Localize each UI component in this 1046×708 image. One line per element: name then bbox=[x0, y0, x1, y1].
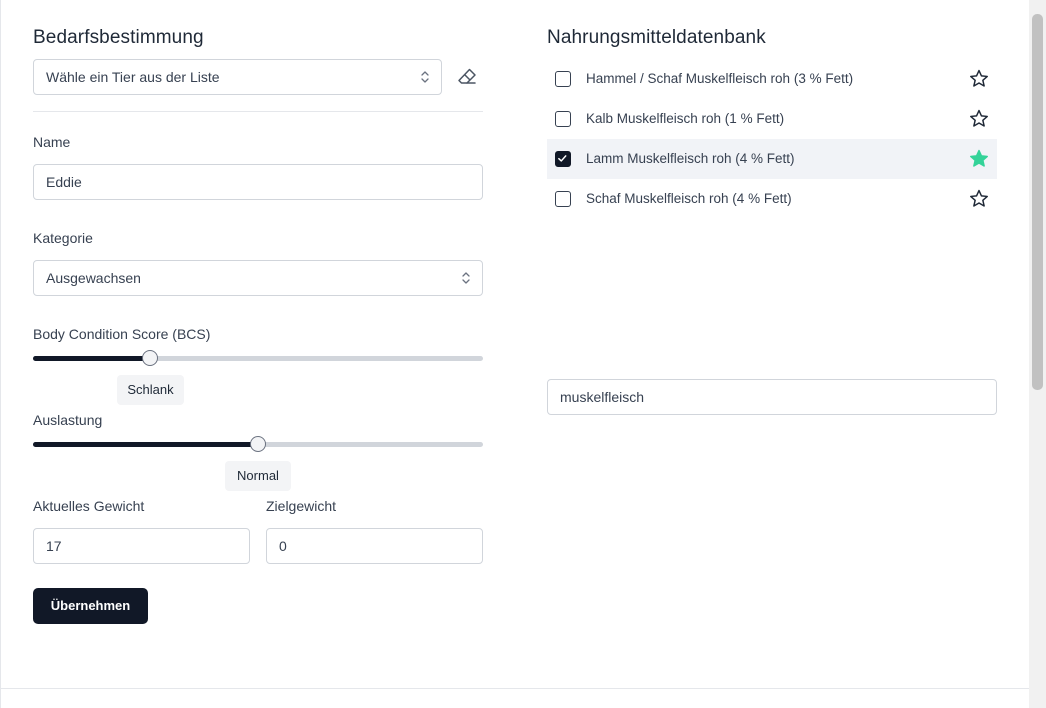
name-input[interactable] bbox=[33, 164, 483, 200]
bcs-label: Body Condition Score (BCS) bbox=[33, 326, 211, 342]
utilization-slider[interactable] bbox=[33, 436, 483, 452]
food-list-item[interactable]: Lamm Muskelfleisch roh (4 % Fett) bbox=[547, 139, 997, 179]
current-weight-input[interactable] bbox=[33, 528, 250, 564]
food-name: Hammel / Schaf Muskelfleisch roh (3 % Fe… bbox=[586, 71, 854, 86]
star-icon[interactable] bbox=[968, 188, 990, 210]
food-search-input[interactable] bbox=[547, 379, 997, 415]
food-checkbox[interactable] bbox=[555, 111, 571, 127]
eraser-icon[interactable] bbox=[456, 66, 478, 88]
utilization-label: Auslastung bbox=[33, 412, 103, 428]
category-select-value: Ausgewachsen bbox=[46, 270, 141, 286]
apply-button[interactable]: Übernehmen bbox=[33, 588, 148, 624]
food-name: Kalb Muskelfleisch roh (1 % Fett) bbox=[586, 111, 785, 126]
food-list-item[interactable]: Hammel / Schaf Muskelfleisch roh (3 % Fe… bbox=[547, 59, 997, 99]
food-database-title: Nahrungsmitteldatenbank bbox=[547, 27, 766, 48]
target-weight-input[interactable] bbox=[266, 528, 483, 564]
food-checkbox[interactable] bbox=[555, 71, 571, 87]
animal-select[interactable]: Wähle ein Tier aus der Liste bbox=[33, 59, 442, 95]
utilization-slider-fill bbox=[33, 442, 258, 447]
food-name: Lamm Muskelfleisch roh (4 % Fett) bbox=[586, 151, 795, 166]
star-icon[interactable] bbox=[968, 68, 990, 90]
utilization-value-badge: Normal bbox=[225, 461, 291, 491]
category-label: Kategorie bbox=[33, 230, 93, 246]
food-list-item[interactable]: Schaf Muskelfleisch roh (4 % Fett) bbox=[547, 179, 997, 219]
category-select[interactable]: Ausgewachsen bbox=[33, 260, 483, 296]
food-checkbox[interactable] bbox=[555, 191, 571, 207]
star-filled-icon[interactable] bbox=[968, 148, 990, 170]
food-list-item[interactable]: Kalb Muskelfleisch roh (1 % Fett) bbox=[547, 99, 997, 139]
name-label: Name bbox=[33, 134, 71, 150]
target-weight-label: Zielgewicht bbox=[266, 498, 337, 514]
current-weight-label: Aktuelles Gewicht bbox=[33, 498, 145, 514]
check-icon bbox=[558, 155, 567, 162]
requirements-title: Bedarfsbestimmung bbox=[33, 27, 204, 48]
animal-select-value: Wähle ein Tier aus der Liste bbox=[46, 69, 220, 85]
chevron-up-down-icon bbox=[462, 272, 470, 284]
bcs-slider-fill bbox=[33, 356, 150, 361]
utilization-slider-thumb[interactable] bbox=[250, 436, 266, 452]
section-divider bbox=[33, 111, 483, 112]
scrollbar-thumb[interactable] bbox=[1032, 14, 1043, 390]
bcs-value-badge: Schlank bbox=[117, 375, 184, 405]
bcs-slider-thumb[interactable] bbox=[142, 350, 158, 366]
bcs-slider[interactable] bbox=[33, 350, 483, 366]
food-checkbox[interactable] bbox=[555, 151, 571, 167]
frame-border-left bbox=[0, 0, 1, 708]
food-name: Schaf Muskelfleisch roh (4 % Fett) bbox=[586, 191, 792, 206]
chevron-up-down-icon bbox=[421, 71, 429, 83]
frame-border-bottom bbox=[0, 688, 1029, 689]
star-icon[interactable] bbox=[968, 108, 990, 130]
